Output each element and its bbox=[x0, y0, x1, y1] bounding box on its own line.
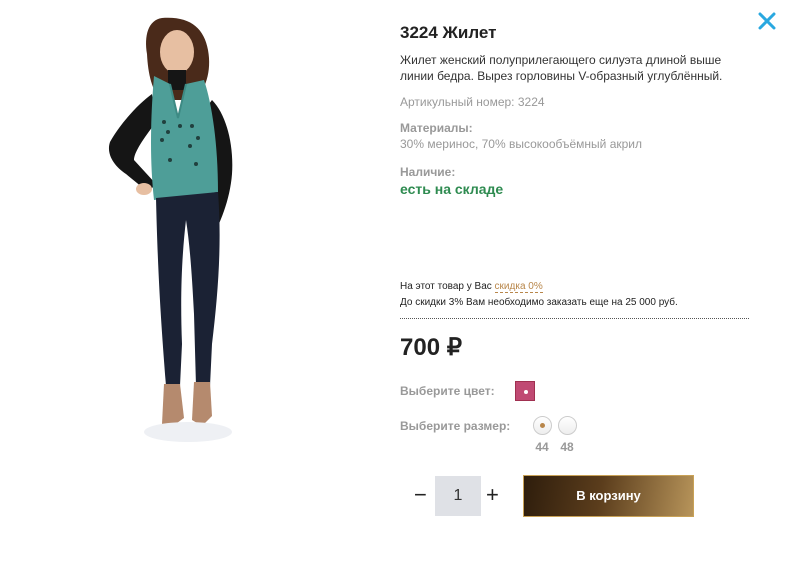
discount-line-2: До скидки 3% Вам необходимо заказать еще… bbox=[400, 297, 678, 308]
discount-info: На этот товар у Вас скидка 0% До скидки … bbox=[400, 279, 750, 311]
size-radio-44[interactable] bbox=[532, 416, 552, 435]
product-photo bbox=[108, 17, 233, 442]
add-to-cart-button[interactable]: В корзину bbox=[523, 475, 694, 517]
quantity-input[interactable] bbox=[435, 476, 481, 516]
discount-line-1: На этот товар у Вас скидка 0% bbox=[400, 279, 750, 295]
model-face bbox=[160, 30, 194, 74]
size-radio-48[interactable] bbox=[557, 416, 577, 435]
article-number: Артикульный номер: 3224 bbox=[400, 95, 545, 109]
product-price: 700 ₽ bbox=[400, 334, 462, 361]
model-shoe-right bbox=[192, 382, 212, 426]
materials-value: 30% меринос, 70% высокообъёмный акрил bbox=[400, 137, 643, 151]
materials-label: Материалы: bbox=[400, 121, 473, 135]
size-option-48[interactable]: 48 bbox=[557, 416, 577, 454]
color-selected-dot bbox=[524, 390, 528, 394]
quantity-decrease-button[interactable]: − bbox=[414, 482, 427, 508]
product-title: 3224 Жилет bbox=[400, 23, 497, 42]
product-description: Жилет женский полуприлегающего силуэта д… bbox=[400, 53, 723, 83]
size-value-44: 44 bbox=[535, 440, 549, 454]
divider bbox=[400, 318, 749, 319]
size-option-44[interactable]: 44 bbox=[532, 416, 552, 454]
model-arm-left bbox=[108, 94, 156, 192]
size-label: Выберите размер: bbox=[400, 419, 511, 433]
model-jeans bbox=[156, 192, 220, 386]
discount-prefix: На этот товар у Вас bbox=[400, 281, 492, 292]
quantity-increase-button[interactable]: + bbox=[486, 482, 499, 508]
availability-status: есть на складе bbox=[400, 181, 504, 197]
color-label: Выберите цвет: bbox=[400, 384, 495, 398]
color-swatch[interactable] bbox=[515, 381, 535, 401]
model-shoe-left bbox=[162, 384, 184, 428]
availability-label: Наличие: bbox=[400, 165, 456, 179]
discount-link[interactable]: скидка 0% bbox=[494, 281, 543, 293]
product-info: 3224 Жилет Жилет женский полуприлегающег… bbox=[400, 22, 750, 197]
size-value-48: 48 bbox=[560, 440, 574, 454]
close-icon[interactable] bbox=[757, 11, 777, 31]
